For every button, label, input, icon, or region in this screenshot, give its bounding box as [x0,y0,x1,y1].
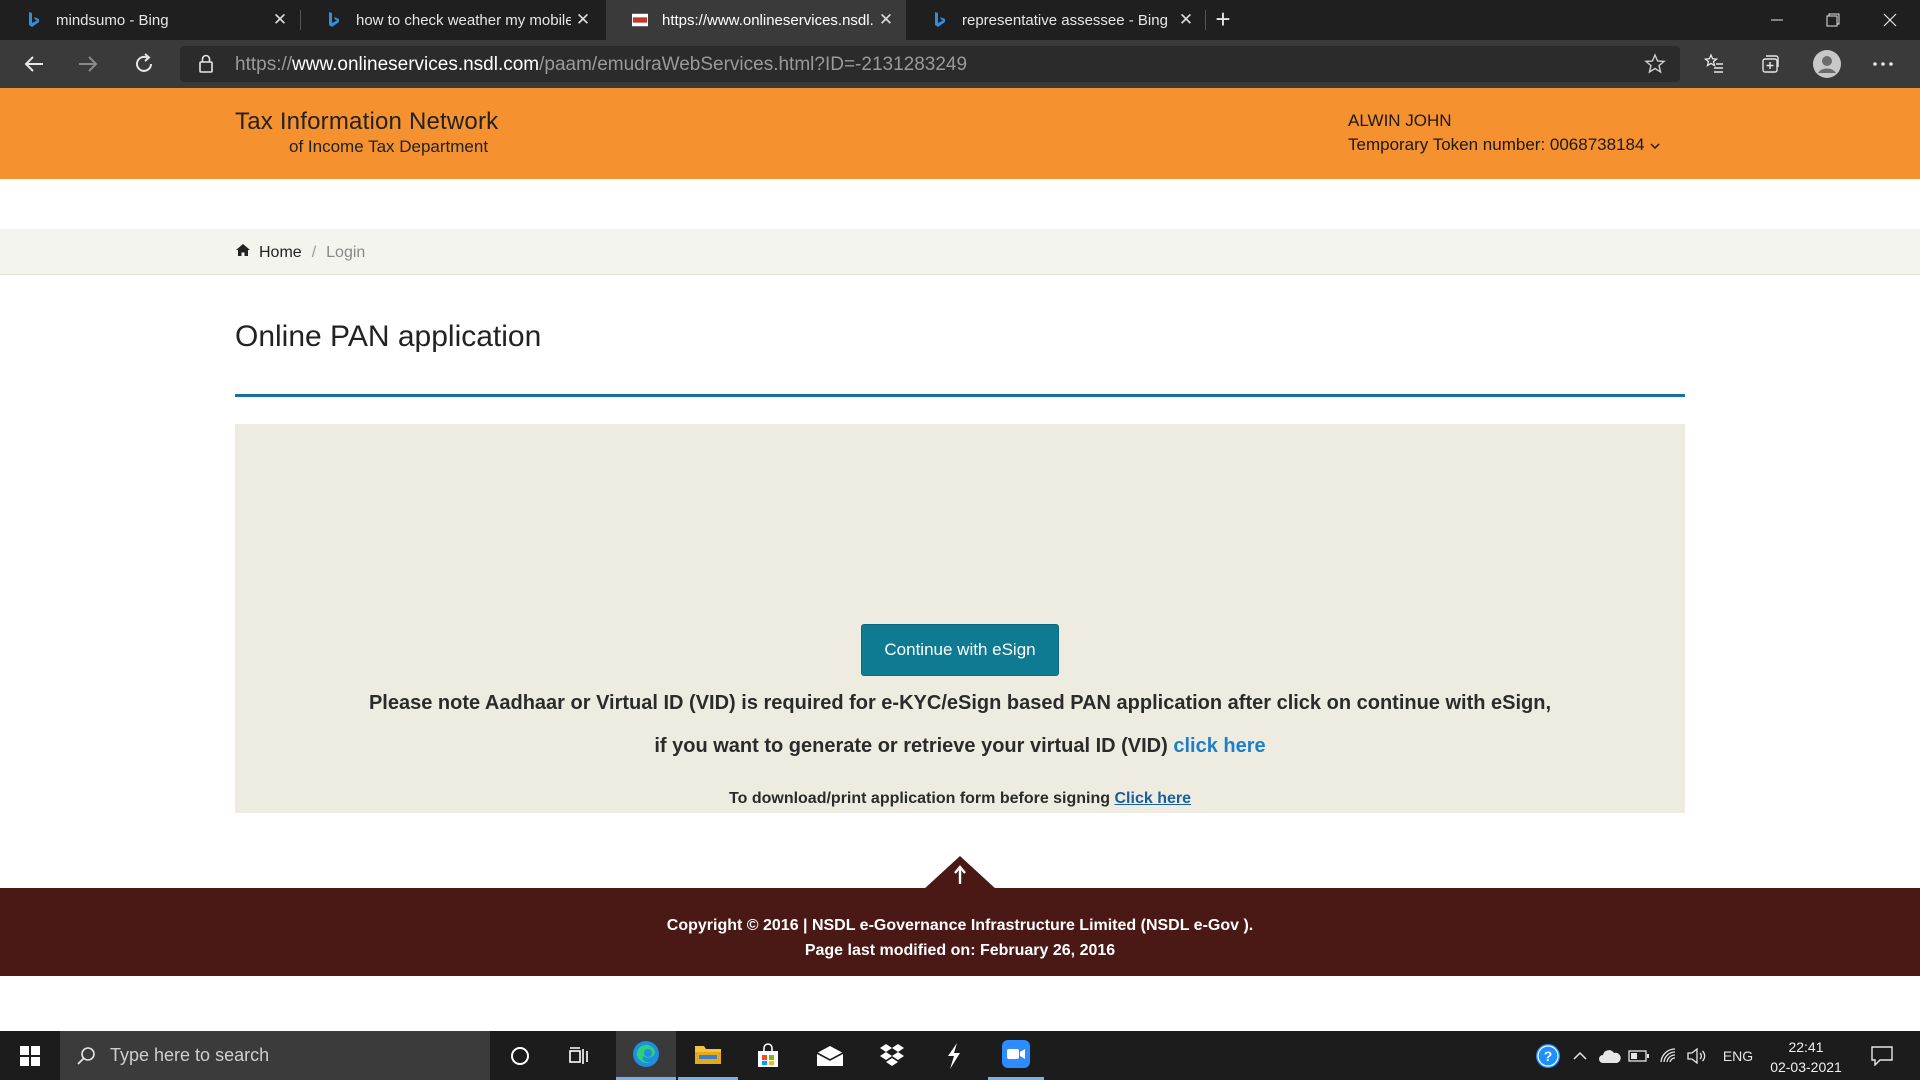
browser-toolbar: https://www.onlineservices.nsdl.com/paam… [0,40,1920,88]
brand-title[interactable]: Tax Information Network [235,108,498,136]
refresh-button[interactable] [126,46,162,82]
tab-nsdl[interactable]: https://www.onlineservices.nsdl.com ✕ [606,0,906,40]
esign-panel: Continue with eSign Please note Aadhaar … [235,424,1685,813]
windows-start-button[interactable] [0,1031,60,1080]
chevron-down-icon [1650,135,1660,155]
chevron-up-icon[interactable] [1568,1031,1592,1080]
close-tab-icon[interactable]: ✕ [268,10,292,30]
close-tab-icon[interactable]: ✕ [874,10,898,30]
tab-title: https://www.onlineservices.nsdl.com [662,11,874,29]
bing-icon [26,12,42,28]
url-text[interactable]: https://www.onlineservices.nsdl.com/paam… [235,54,967,76]
clock-time: 22:41 [1788,1039,1824,1055]
download-note-text: To download/print application form befor… [729,790,1111,807]
tab-mindsumo[interactable]: mindsumo - Bing ✕ [0,0,300,40]
search-placeholder: Type here to search [110,1045,270,1065]
download-click-here-link[interactable]: Click here [1115,790,1191,807]
restore-button[interactable] [1805,0,1861,40]
clock-date: 02-03-2021 [1770,1059,1842,1075]
token-number: Temporary Token number: 0068738184 [1348,135,1645,154]
battery-icon[interactable] [1626,1031,1652,1080]
search-icon [76,1046,96,1066]
vid-click-here-link[interactable]: click here [1173,735,1265,757]
site-header: Tax Information Network of Income Tax De… [0,88,1920,179]
tab-weather[interactable]: how to check weather my mobile ✕ [300,0,603,40]
title-divider [235,394,1685,397]
file-explorer-icon[interactable] [678,1031,738,1080]
breadcrumb-separator: / [311,243,317,261]
favorite-star-icon[interactable] [1644,53,1666,80]
address-bar[interactable]: https://www.onlineservices.nsdl.com/paam… [180,46,1680,82]
home-icon[interactable] [235,243,251,262]
tab-title: mindsumo - Bing [56,11,169,29]
language-indicator[interactable]: ENG [1716,1031,1760,1080]
download-note: To download/print application form befor… [235,790,1685,808]
more-options-icon[interactable] [1867,48,1899,80]
tab-divider [1205,10,1206,30]
page-title: Online PAN application [235,320,542,353]
url-domain: www.onlineservices.nsdl.com [292,54,540,75]
close-tab-icon[interactable]: ✕ [1174,10,1198,30]
last-modified-text: Page last modified on: February 26, 2016 [804,942,1116,959]
breadcrumb-trail: Home / Login [235,243,365,262]
continue-esign-button[interactable]: Continue with eSign [861,624,1059,676]
close-tab-icon[interactable]: ✕ [571,10,595,30]
task-view-icon[interactable] [552,1031,608,1080]
zoom-app-icon[interactable] [988,1031,1044,1080]
dropbox-icon[interactable] [864,1031,920,1080]
breadcrumb: Home / Login [0,229,1920,275]
tab-title: representative assessee - Bing [962,11,1168,29]
favorites-list-icon[interactable] [1698,48,1730,80]
onedrive-icon[interactable] [1596,1031,1624,1080]
app-lightning-icon[interactable] [926,1031,982,1080]
vid-note: if you want to generate or retrieve your… [235,735,1685,758]
user-name: ALWIN JOHN [1348,111,1452,130]
bing-icon [932,12,948,28]
profile-avatar-icon[interactable] [1811,48,1843,80]
brand-subtitle[interactable]: of Income Tax Department [289,137,488,157]
taskbar-search[interactable]: Type here to search [60,1031,490,1080]
web-page: Tax Information Network of Income Tax De… [0,88,1920,1031]
nsdl-icon [632,12,648,28]
collections-icon[interactable] [1754,48,1786,80]
vid-note-text: if you want to generate or retrieve your… [654,735,1168,757]
back-button[interactable] [16,46,52,82]
breadcrumb-current: Login [326,243,366,261]
token-dropdown[interactable]: Temporary Token number: 0068738184 [1348,135,1660,155]
help-icon[interactable]: ? [1532,1031,1564,1080]
new-tab-button[interactable]: + [1208,4,1238,34]
edge-browser-icon[interactable] [616,1031,676,1080]
volume-icon[interactable] [1684,1031,1710,1080]
copyright-text: Copyright © 2016 | NSDL e-Governance Inf… [666,917,1254,934]
forward-button[interactable] [70,46,106,82]
tab-title: how to check weather my mobile [356,11,571,29]
svg-text:?: ? [1544,1048,1553,1064]
microsoft-store-icon[interactable] [740,1031,796,1080]
system-clock[interactable]: 22:41 02-03-2021 [1762,1037,1850,1077]
close-window-button[interactable] [1862,0,1918,40]
minimize-button[interactable] [1749,0,1805,40]
aadhaar-note: Please note Aadhaar or Virtual ID (VID) … [368,692,1552,714]
tab-representative[interactable]: representative assessee - Bing ✕ [906,0,1206,40]
bing-icon [326,12,342,28]
url-path: /paam/emudraWebServices.html?ID=-2131283… [539,54,968,75]
mail-icon[interactable] [802,1031,858,1080]
browser-tab-bar: mindsumo - Bing ✕ how to check weather m… [0,0,1920,40]
cortana-icon[interactable] [492,1031,548,1080]
site-footer: Copyright © 2016 | NSDL e-Governance Inf… [0,888,1920,976]
windows-taskbar: Type here to search ? ENG 22:41 02-03-20… [0,1031,1920,1080]
notification-center-icon[interactable] [1862,1031,1902,1080]
lock-icon[interactable] [198,54,214,79]
wifi-icon[interactable] [1656,1031,1682,1080]
url-scheme: https:// [235,54,293,75]
scroll-to-top-button[interactable] [923,854,997,890]
breadcrumb-home-link[interactable]: Home [259,244,302,262]
